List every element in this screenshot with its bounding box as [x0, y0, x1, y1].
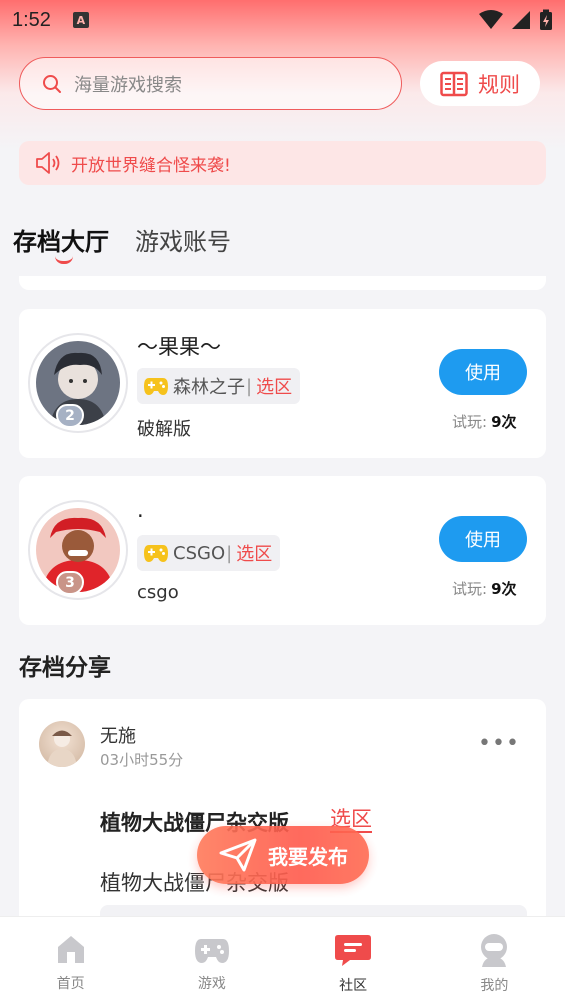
send-icon: [219, 838, 257, 872]
section-title: 存档分享: [19, 655, 111, 681]
game-tag[interactable]: 森林之子 | 选区: [137, 368, 301, 404]
save-card[interactable]: 3 . CSGO | 选区 csgo 使用 试玩: 9次: [19, 476, 546, 625]
nav-label: 首页: [56, 976, 85, 992]
home-icon: [57, 936, 84, 963]
gamepad-icon: [144, 378, 168, 395]
game-name: CSGO: [173, 542, 226, 564]
nav-community[interactable]: 社区: [283, 917, 424, 1004]
notification-icon: A: [72, 12, 89, 28]
status-bar: 1:52 A: [0, 0, 565, 40]
trial-count: 试玩: 9次: [452, 413, 517, 431]
tab-bar: 存档大厅 游戏账号: [13, 222, 231, 257]
tag-separator: |: [246, 375, 253, 397]
speaker-icon: [36, 152, 60, 174]
rules-button[interactable]: 规则: [420, 61, 540, 106]
search-placeholder: 海量游戏搜索: [74, 74, 182, 96]
gamepad-icon: [144, 545, 168, 562]
zone-link[interactable]: 选区: [236, 540, 272, 566]
nav-games[interactable]: 游戏: [141, 917, 282, 1004]
nav-label: 社区: [339, 978, 368, 994]
post-time: 03小时55分: [100, 751, 184, 769]
save-card[interactable]: 2 ～果果～ 森林之子 | 选区 破解版 使用 试玩: 9次: [19, 309, 546, 458]
tab-save-hall[interactable]: 存档大厅: [13, 222, 109, 257]
list-item-partial: [19, 276, 546, 290]
post-card[interactable]: 无施 03小时55分 ••• 植物大战僵尸杂交版 选区 植物大战僵尸杂交版: [19, 699, 546, 939]
save-title: ～果果～: [137, 335, 221, 359]
avatar[interactable]: [39, 721, 85, 767]
tag-separator: |: [226, 542, 233, 564]
wifi-icon: [479, 10, 503, 29]
rules-label: 规则: [478, 72, 520, 97]
book-icon: [440, 71, 468, 96]
community-icon: [335, 935, 372, 966]
avatar-image: [47, 730, 77, 767]
profile-icon: [481, 934, 508, 967]
save-title: .: [137, 498, 144, 522]
notice-text: 开放世界缝合怪来袭!: [71, 155, 231, 176]
game-name: 森林之子: [173, 377, 245, 398]
publish-button[interactable]: 我要发布: [197, 826, 369, 884]
nav-profile[interactable]: 我的: [424, 917, 565, 1004]
rank-badge: 3: [56, 571, 84, 595]
more-options-icon[interactable]: •••: [478, 731, 520, 756]
search-input[interactable]: 海量游戏搜索: [19, 57, 402, 110]
use-button[interactable]: 使用: [439, 516, 527, 562]
status-time: 1:52: [12, 8, 51, 31]
save-description: csgo: [137, 582, 179, 603]
gamepad-icon: [194, 939, 229, 963]
game-tag[interactable]: CSGO | 选区: [137, 535, 281, 571]
search-icon: [43, 74, 61, 93]
rank-badge: 2: [56, 404, 84, 428]
nav-label: 游戏: [197, 976, 226, 992]
tab-game-accounts[interactable]: 游戏账号: [135, 222, 231, 257]
battery-icon: [540, 9, 552, 30]
publish-label: 我要发布: [268, 844, 348, 869]
nav-label: 我的: [480, 978, 509, 994]
post-username[interactable]: 无施: [100, 722, 136, 748]
notice-banner[interactable]: 开放世界缝合怪来袭!: [19, 141, 546, 185]
status-icons: [479, 9, 553, 31]
tab-active-indicator: [55, 256, 73, 264]
zone-link[interactable]: 选区: [256, 373, 292, 399]
signal-icon: [512, 11, 530, 29]
trial-count: 试玩: 9次: [452, 580, 517, 598]
save-description: 破解版: [137, 419, 191, 440]
nav-home[interactable]: 首页: [0, 917, 141, 1004]
bottom-nav: 首页 游戏 社区 我的: [0, 916, 565, 1004]
use-button[interactable]: 使用: [439, 349, 527, 395]
